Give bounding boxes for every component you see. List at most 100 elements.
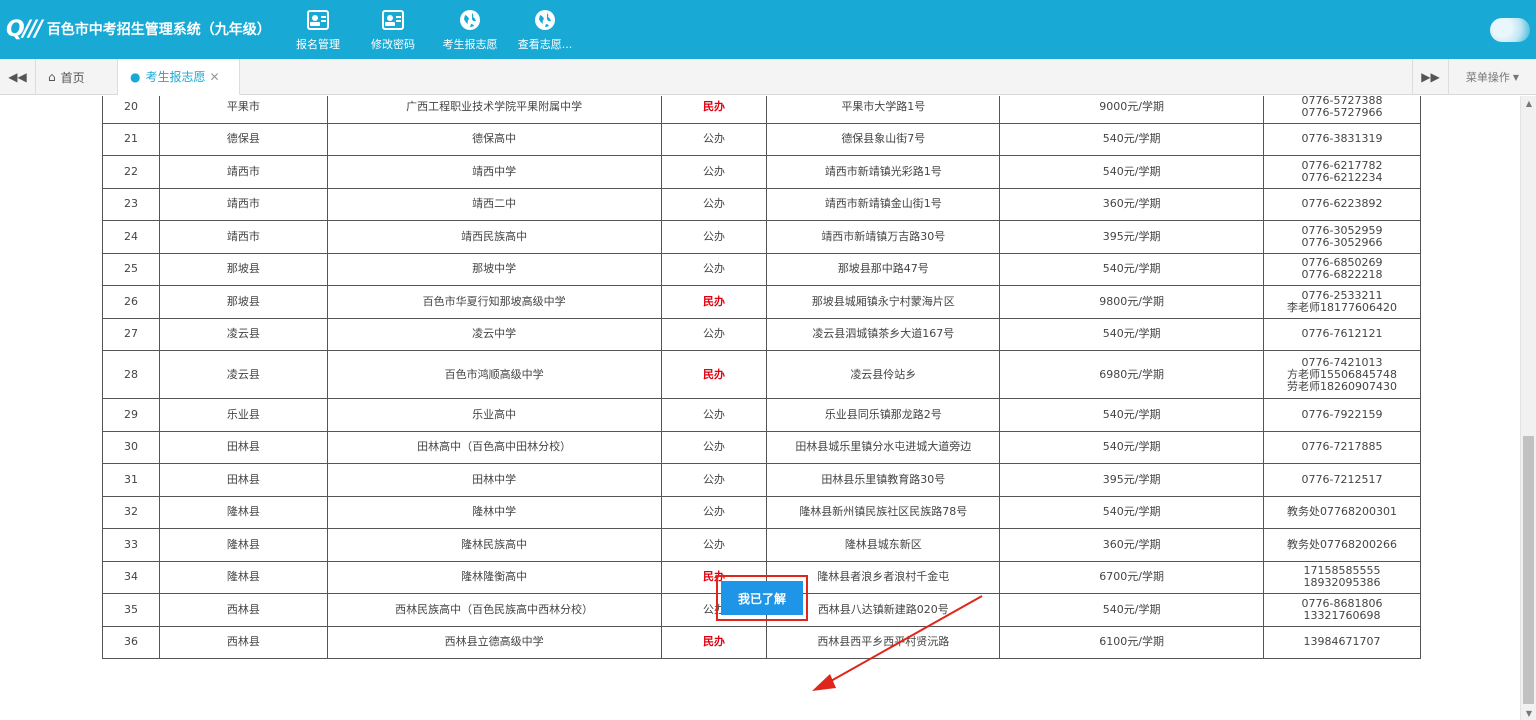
school-city: 凌云县 (158, 317, 328, 351)
school-fee: 540元/学期 (999, 593, 1264, 627)
school-city: 靖西市 (158, 187, 328, 221)
school-no: 20 (102, 96, 160, 124)
id-card-icon (307, 9, 329, 30)
school-no: 28 (102, 350, 160, 399)
school-name: 田林中学 (326, 463, 662, 497)
nav-label: 查看志愿... (517, 37, 573, 51)
nav-submit-preferences[interactable]: 考生报志愿 (436, 0, 504, 59)
school-no: 32 (102, 495, 160, 529)
globe-icon (535, 9, 555, 30)
top-header: Q/// 百色市中考招生管理系统（九年级） 报名管理 修改密码 考生报志愿 查看… (0, 0, 1536, 59)
school-phone: 17158585555 18932095386 (1263, 560, 1421, 594)
phone-line: 0776-8681806 (1301, 596, 1383, 610)
school-city: 那坡县 (158, 252, 328, 286)
school-name: 西林民族高中（百色民族高中西林分校） (326, 593, 662, 627)
nav-view-preferences[interactable]: 查看志愿... (510, 0, 580, 59)
caret-down-icon: ▼ (1512, 72, 1520, 82)
phone-line: 0776-6223892 (1301, 197, 1383, 211)
content-area: 20 平果市 广西工程职业技术学院平果附属中学 民办 平果市大学路1号 9000元/学期 0… (0, 96, 1520, 720)
vertical-scrollbar[interactable]: ▲ ▼ (1520, 96, 1536, 720)
table-row: 21 德保县 德保高中 公办 德保县象山街7号 540元/学期 0776-3831319 (102, 122, 1421, 156)
tab-home[interactable]: ⌂ 首页 (36, 59, 118, 95)
school-fee: 540元/学期 (999, 317, 1264, 351)
table-row: 28 凌云县 百色市鸿顺高级中学 民办 凌云县伶站乡 6980元/学期 0776-74210… (102, 350, 1421, 399)
phone-line: 0776-5727966 (1301, 105, 1383, 119)
school-type: 公办 (660, 252, 768, 286)
app-title: 百色市中考招生管理系统（九年级） (46, 22, 271, 38)
school-address: 靖西市新靖镇金山街1号 (766, 187, 1001, 221)
school-name: 靖西二中 (326, 187, 662, 221)
tab-bar: ◀◀ ⌂ 首页 ● 考生报志愿 ✕ ▶▶ 菜单操作 ▼ (0, 59, 1536, 95)
menu-operations-dropdown[interactable]: 菜单操作 ▼ (1448, 59, 1536, 95)
scroll-thumb[interactable] (1523, 436, 1534, 704)
phone-line: 0776-7217885 (1301, 440, 1383, 454)
school-fee: 540元/学期 (999, 155, 1264, 189)
school-type: 公办 (660, 220, 768, 254)
table-row: 20 平果市 广西工程职业技术学院平果附属中学 民办 平果市大学路1号 9000元/学期 0… (102, 96, 1421, 124)
ack-highlight-box: 我已了解 (716, 575, 808, 621)
nav-registration-management[interactable]: 报名管理 (287, 0, 349, 59)
school-name: 隆林中学 (326, 495, 662, 529)
nav-change-password[interactable]: 修改密码 (362, 0, 424, 59)
school-fee: 360元/学期 (999, 187, 1264, 221)
school-no: 36 (102, 625, 160, 659)
phone-line: 0776-6217782 (1301, 158, 1383, 172)
nav-label: 修改密码 (371, 37, 415, 51)
table-row: 22 靖西市 靖西中学 公办 靖西市新靖镇光彩路1号 540元/学期 0776-621778… (102, 155, 1421, 189)
school-address: 乐业县同乐镇那龙路2号 (766, 398, 1001, 432)
phone-line: 0776-7612121 (1301, 327, 1383, 341)
school-type: 公办 (660, 187, 768, 221)
scroll-up-arrow-icon[interactable]: ▲ (1521, 96, 1536, 110)
school-type: 民办 (660, 350, 768, 399)
tab-scroll-right-button[interactable]: ▶▶ (1412, 59, 1448, 95)
school-fee: 540元/学期 (999, 430, 1264, 464)
school-address: 靖西市新靖镇万吉路30号 (766, 220, 1001, 254)
school-no: 33 (102, 528, 160, 562)
close-icon[interactable]: ✕ (210, 70, 220, 84)
table-row: 33 隆林县 隆林民族高中 公办 隆林县城东新区 360元/学期 教务处0776820026… (102, 528, 1421, 562)
phone-line: 0776-3052966 (1301, 235, 1383, 249)
tab-scroll-left-button[interactable]: ◀◀ (0, 59, 36, 95)
school-city: 田林县 (158, 430, 328, 464)
school-no: 31 (102, 463, 160, 497)
school-name: 百色市华夏行知那坡高级中学 (326, 285, 662, 319)
nav-label: 报名管理 (296, 37, 340, 51)
school-city: 隆林县 (158, 495, 328, 529)
scroll-down-arrow-icon[interactable]: ▼ (1521, 706, 1536, 720)
school-fee: 6100元/学期 (999, 625, 1264, 659)
school-type: 公办 (660, 463, 768, 497)
school-phone: 教务处07768200301 (1263, 495, 1421, 529)
table-row: 36 西林县 西林县立德高级中学 民办 西林县西平乡西平村贤沅路 6100元/学期 1398… (102, 625, 1421, 659)
school-fee: 395元/学期 (999, 220, 1264, 254)
school-city: 凌云县 (158, 350, 328, 399)
phone-line: 0776-2533211 (1301, 288, 1383, 302)
school-fee: 395元/学期 (999, 463, 1264, 497)
school-no: 24 (102, 220, 160, 254)
school-name: 靖西中学 (326, 155, 662, 189)
school-no: 30 (102, 430, 160, 464)
user-avatar[interactable] (1490, 18, 1530, 42)
school-no: 29 (102, 398, 160, 432)
school-name: 隆林民族高中 (326, 528, 662, 562)
school-no: 25 (102, 252, 160, 286)
double-right-icon: ▶▶ (1421, 70, 1440, 84)
school-no: 22 (102, 155, 160, 189)
acknowledge-button[interactable]: 我已了解 (721, 581, 803, 615)
school-type: 民办 (660, 625, 768, 659)
school-address: 平果市大学路1号 (766, 96, 1001, 124)
school-phone: 教务处07768200266 (1263, 528, 1421, 562)
school-name: 西林县立德高级中学 (326, 625, 662, 659)
school-type: 公办 (660, 398, 768, 432)
school-city: 靖西市 (158, 220, 328, 254)
table-row: 26 那坡县 百色市华夏行知那坡高级中学 民办 那坡县城厢镇永宁村蒙海片区 9800元/学… (102, 285, 1421, 319)
school-phone: 0776-7612121 (1263, 317, 1421, 351)
menu-operations-label: 菜单操作 (1465, 71, 1510, 84)
school-type: 公办 (660, 430, 768, 464)
school-name: 广西工程职业技术学院平果附属中学 (326, 96, 662, 124)
tab-submit-preferences[interactable]: ● 考生报志愿 ✕ (118, 59, 240, 95)
school-city: 西林县 (158, 625, 328, 659)
school-phone: 0776-7922159 (1263, 398, 1421, 432)
phone-line: 教务处07768200266 (1287, 537, 1397, 551)
school-address: 隆林县城东新区 (766, 528, 1001, 562)
phone-line: 0776-7922159 (1301, 407, 1383, 421)
